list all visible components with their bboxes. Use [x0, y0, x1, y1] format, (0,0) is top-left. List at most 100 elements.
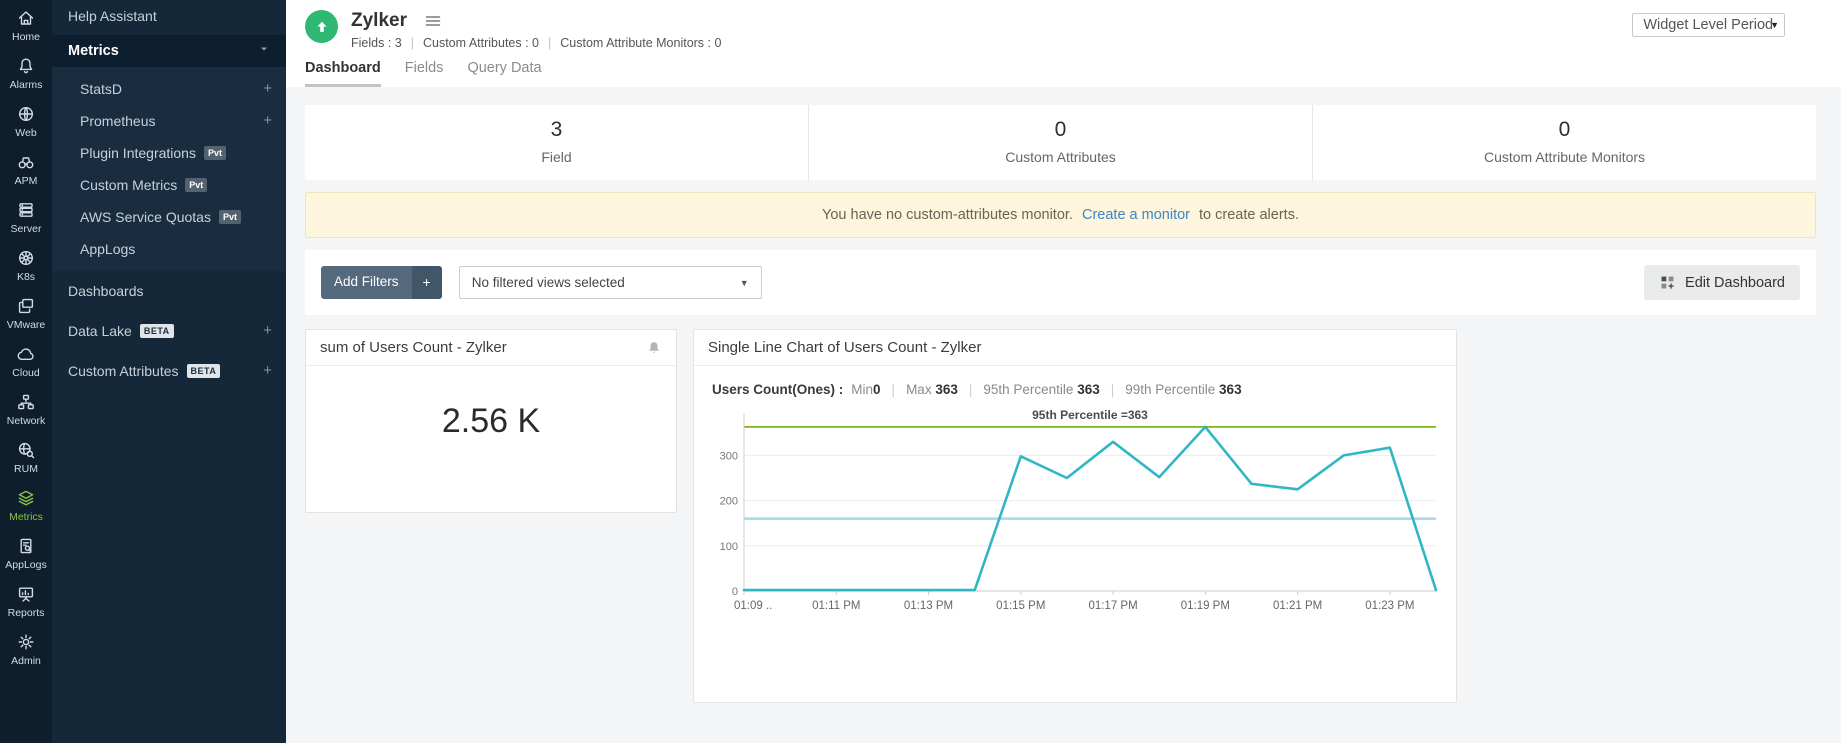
sidebar-item-help-assistant[interactable]: Help Assistant: [52, 0, 286, 35]
sum-widget-card: sum of Users Count - Zylker 2.56 K: [305, 329, 677, 513]
grid-plus-icon: [1659, 274, 1676, 291]
plus-icon[interactable]: +: [412, 266, 442, 299]
rail-item-k8s[interactable]: K8s: [0, 248, 52, 283]
caret-down-icon: ▼: [1770, 20, 1779, 30]
widget-level-period-select[interactable]: Widget Level Period ▼: [1632, 13, 1785, 37]
rail-item-vmware[interactable]: VMware: [0, 296, 52, 331]
page-title: Zylker: [351, 10, 407, 32]
dashboard-content: 3 Field 0 Custom Attributes 0 Custom Att…: [286, 87, 1841, 703]
widget-title: Single Line Chart of Users Count - Zylke…: [708, 339, 981, 356]
sidebar-item-prometheus[interactable]: Prometheus +: [52, 105, 286, 137]
sidebar-item-aws-service-quotas[interactable]: AWS Service Quotas Pvt: [52, 201, 286, 233]
sidebar-item-custom-metrics[interactable]: Custom Metrics Pvt: [52, 169, 286, 201]
rail-item-label: Server: [11, 223, 42, 235]
metrics-submenu: StatsD + Prometheus + Plugin Integration…: [52, 67, 286, 271]
tab-fields[interactable]: Fields: [405, 60, 444, 87]
network-icon: [16, 392, 36, 412]
cloud-icon: [16, 344, 36, 364]
sidebar-item-label: Custom Attributes: [68, 362, 179, 380]
sidebar-item-data-lake[interactable]: Data Lake BETA +: [52, 311, 286, 351]
rail-item-web[interactable]: Web: [0, 104, 52, 139]
filtered-views-value: No filtered views selected: [472, 275, 625, 290]
rail-item-label: AppLogs: [5, 559, 46, 571]
rail-item-label: VMware: [7, 319, 46, 331]
edit-dashboard-label: Edit Dashboard: [1685, 275, 1785, 291]
bell-icon[interactable]: [646, 340, 662, 356]
rail-item-label: Reports: [8, 607, 45, 619]
plus-icon[interactable]: +: [263, 114, 272, 128]
meta-separator: |: [411, 36, 414, 50]
widget-level-period-label: Widget Level Period: [1643, 17, 1773, 33]
svg-text:01:15 PM: 01:15 PM: [996, 600, 1045, 612]
rail-item-label: Metrics: [9, 511, 43, 523]
rail-item-label: Network: [7, 415, 46, 427]
rail-item-rum[interactable]: RUM: [0, 440, 52, 475]
rail-item-metrics[interactable]: Metrics: [0, 488, 52, 523]
sidebar-item-label: Dashboards: [68, 282, 144, 300]
binoculars-icon: [16, 152, 36, 172]
filtered-views-dropdown[interactable]: No filtered views selected ▼: [459, 266, 762, 299]
sidebar-item-label: Help Assistant: [68, 8, 157, 24]
rail-item-label: Alarms: [10, 79, 43, 91]
stat-label: Custom Attribute Monitors: [1313, 149, 1816, 165]
chart-area: 010020030095th Percentile =36301:09 ..01…: [694, 399, 1456, 628]
monitor-meta-line: Fields : 3|Custom Attributes : 0|Custom …: [351, 36, 721, 50]
rail-item-label: Home: [12, 31, 40, 43]
tab-dashboard[interactable]: Dashboard: [305, 60, 381, 87]
pvt-badge: Pvt: [204, 146, 226, 160]
sidebar-item-statsd[interactable]: StatsD +: [52, 73, 286, 105]
rail-item-reports[interactable]: Reports: [0, 584, 52, 619]
rail-item-cloud[interactable]: Cloud: [0, 344, 52, 379]
stat-95th-percentile: 95th Percentile 363: [983, 382, 1099, 397]
sidebar-item-label: Data Lake: [68, 322, 132, 340]
sidebar-item-custom-attributes[interactable]: Custom Attributes BETA +: [52, 351, 286, 391]
sidebar-section-label: Metrics: [68, 43, 119, 59]
stat-value: 3: [305, 118, 808, 142]
sidebar-section-metrics[interactable]: Metrics: [52, 35, 286, 67]
tab-bar: Dashboard Fields Query Data: [305, 60, 1817, 87]
vm-windows-icon: [16, 296, 36, 316]
edit-dashboard-button[interactable]: Edit Dashboard: [1644, 265, 1800, 300]
sidebar-item-plugin-integrations[interactable]: Plugin Integrations Pvt: [52, 137, 286, 169]
plus-icon[interactable]: +: [263, 324, 272, 338]
rail-item-label: APM: [15, 175, 38, 187]
stat-min: Min0: [851, 382, 880, 397]
widget-title: sum of Users Count - Zylker: [320, 339, 507, 356]
pvt-badge: Pvt: [219, 210, 241, 224]
chevron-down-icon: [258, 43, 270, 59]
rail-item-alarms[interactable]: Alarms: [0, 56, 52, 91]
kubernetes-icon: [16, 248, 36, 268]
sidebar-item-applogs[interactable]: AppLogs: [52, 233, 286, 265]
rail-item-home[interactable]: Home: [0, 8, 52, 43]
plus-icon[interactable]: +: [263, 82, 272, 96]
tab-query-data[interactable]: Query Data: [467, 60, 541, 87]
rail-item-label: K8s: [17, 271, 35, 283]
line-chart-widget-card: Single Line Chart of Users Count - Zylke…: [693, 329, 1457, 703]
sidebar-item-dashboards[interactable]: Dashboards: [52, 271, 286, 311]
meta-separator: |: [548, 36, 551, 50]
main-area: Zylker Fields : 3|Custom Attributes : 0|…: [286, 0, 1841, 743]
add-filters-button[interactable]: Add Filters +: [321, 266, 442, 299]
stat-card-field: 3 Field: [305, 105, 808, 180]
svg-text:200: 200: [720, 496, 738, 508]
applogs-icon: [16, 536, 36, 556]
beta-badge: BETA: [187, 364, 221, 378]
rail-item-network[interactable]: Network: [0, 392, 52, 427]
stat-card-custom-attributes: 0 Custom Attributes: [808, 105, 1312, 180]
create-monitor-link[interactable]: Create a monitor: [1082, 207, 1190, 223]
rail-item-admin[interactable]: Admin: [0, 632, 52, 667]
svg-text:01:19 PM: 01:19 PM: [1181, 600, 1230, 612]
stats-summary-row: 3 Field 0 Custom Attributes 0 Custom Att…: [305, 105, 1816, 180]
stat-max: Max 363: [906, 382, 958, 397]
stat-value: 0: [809, 118, 1312, 142]
plus-icon[interactable]: +: [263, 364, 272, 378]
hamburger-menu-icon[interactable]: [424, 12, 442, 30]
rail-item-label: RUM: [14, 463, 38, 475]
banner-text-after: to create alerts.: [1199, 207, 1299, 223]
rail-item-apm[interactable]: APM: [0, 152, 52, 187]
rail-item-server[interactable]: Server: [0, 200, 52, 235]
stats-separator: |: [969, 382, 973, 397]
rail-item-applogs[interactable]: AppLogs: [0, 536, 52, 571]
line-chart: 010020030095th Percentile =36301:09 ..01…: [710, 405, 1442, 623]
chart-stats-line: Users Count(Ones) :Min0|Max 363|95th Per…: [694, 366, 1456, 399]
